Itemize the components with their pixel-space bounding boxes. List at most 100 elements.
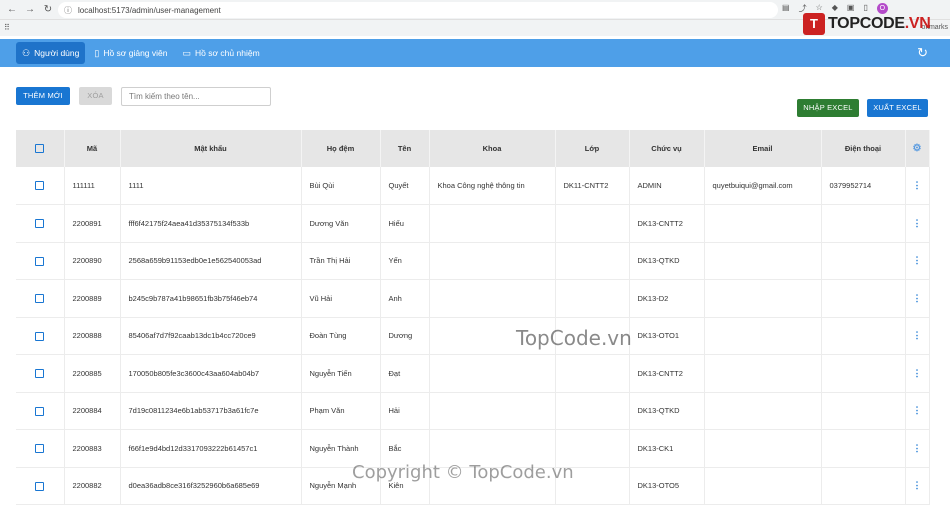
- table-row[interactable]: 2200884 7d19c0811234e6b1ab53717b3a61fc7e P…: [16, 392, 930, 430]
- table-cell: [704, 467, 822, 505]
- table-cell: [704, 354, 822, 393]
- table-cell: DK13-D2: [629, 279, 705, 318]
- row-actions-menu-icon[interactable]: ⋮: [905, 467, 930, 505]
- search-input[interactable]: [121, 87, 271, 106]
- table-cell: [821, 317, 906, 355]
- column-header[interactable]: Mật khẩu: [120, 130, 302, 167]
- column-header[interactable]: Họ đệm: [301, 130, 381, 167]
- back-icon[interactable]: ←: [6, 4, 18, 16]
- table-cell: [555, 242, 630, 280]
- select-all-checkbox[interactable]: [16, 130, 65, 167]
- column-header[interactable]: Mã: [64, 130, 121, 167]
- tab-label: Hồ sơ chủ nhiệm: [195, 48, 260, 58]
- table-row[interactable]: 111111 1111 Bùi Qùi Quyết Khoa Công nghệ thô…: [16, 167, 930, 205]
- column-settings-gear-icon[interactable]: ⚙: [905, 130, 930, 167]
- export-excel-button[interactable]: XUẤT EXCEL: [867, 99, 928, 117]
- row-checkbox[interactable]: [16, 354, 65, 393]
- table-cell: 2568a659b91153edb0e1e562540053ad: [120, 242, 302, 280]
- tab-homeroom-profiles[interactable]: ▭ Hồ sơ chủ nhiệm: [177, 42, 266, 64]
- table-cell: 2200883: [64, 429, 121, 468]
- table-cell: 2200888: [64, 317, 121, 355]
- table-cell: [821, 392, 906, 430]
- row-checkbox[interactable]: [16, 167, 65, 205]
- column-header[interactable]: Điện thoại: [821, 130, 906, 167]
- table-cell: 170050b805fe3c3600c43aa604ab04b7: [120, 354, 302, 393]
- table-cell: [821, 467, 906, 505]
- table-cell: DK11-CNTT2: [555, 167, 630, 205]
- table-cell: 2200885: [64, 354, 121, 393]
- row-checkbox[interactable]: [16, 279, 65, 318]
- row-checkbox[interactable]: [16, 467, 65, 505]
- row-actions-menu-icon[interactable]: ⋮: [905, 242, 930, 280]
- reload-icon[interactable]: ↻: [42, 4, 54, 16]
- column-header[interactable]: Tên: [380, 130, 430, 167]
- topcode-logo: T TOPCODE.VN: [803, 13, 931, 35]
- table-cell: 2200882: [64, 467, 121, 505]
- table-cell: Trần Thị Hải: [301, 242, 381, 280]
- table-cell: 2200884: [64, 392, 121, 430]
- table-cell: f66f1e9d4bd12d3317093222b61457c1: [120, 429, 302, 468]
- table-cell: DK13-CK1: [629, 429, 705, 468]
- table-cell: 7d19c0811234e6b1ab53717b3a61fc7e: [120, 392, 302, 430]
- table-cell: DK13-CNTT2: [629, 354, 705, 393]
- table-cell: Hải: [380, 392, 430, 430]
- row-checkbox[interactable]: [16, 317, 65, 355]
- table-cell: 0379952714: [821, 167, 906, 205]
- row-checkbox[interactable]: [16, 242, 65, 280]
- row-actions-menu-icon[interactable]: ⋮: [905, 354, 930, 393]
- site-info-icon[interactable]: ⓘ: [64, 5, 72, 16]
- table-row[interactable]: 2200889 b245c9b787a41b98651fb3b75f46eb74 V…: [16, 279, 930, 318]
- tab-lecturer-profiles[interactable]: ▯ Hồ sơ giảng viên: [88, 42, 173, 64]
- row-actions-menu-icon[interactable]: ⋮: [905, 317, 930, 355]
- table-cell: Dương: [380, 317, 430, 355]
- row-actions-menu-icon[interactable]: ⋮: [905, 429, 930, 468]
- forward-icon[interactable]: →: [24, 4, 36, 16]
- table-cell: [555, 204, 630, 243]
- translate-icon[interactable]: ▤: [782, 3, 790, 14]
- row-actions-menu-icon[interactable]: ⋮: [905, 167, 930, 205]
- table-cell: Đoàn Tùng: [301, 317, 381, 355]
- table-cell: DK13-QTKD: [629, 392, 705, 430]
- table-row[interactable]: 2200885 170050b805fe3c3600c43aa604ab04b7 N…: [16, 354, 930, 393]
- table-cell: quyetbuiqui@gmail.com: [704, 167, 822, 205]
- table-cell: Anh: [380, 279, 430, 318]
- table-cell: Bùi Qùi: [301, 167, 381, 205]
- watermark-bottom: Copyright © TopCode.vn: [352, 462, 574, 483]
- row-checkbox[interactable]: [16, 392, 65, 430]
- table-cell: [429, 279, 556, 318]
- tab-label: Người dùng: [34, 48, 80, 58]
- table-cell: Khoa Công nghệ thông tin: [429, 167, 556, 205]
- row-actions-menu-icon[interactable]: ⋮: [905, 279, 930, 318]
- table-cell: [429, 204, 556, 243]
- address-bar[interactable]: ⓘ localhost:5173/admin/user-management: [58, 2, 778, 18]
- column-header[interactable]: Chức vụ: [629, 130, 705, 167]
- table-cell: [704, 317, 822, 355]
- table-row[interactable]: 2200888 85406af7d7f92caab13dc1b4cc720ce9 Đ…: [16, 317, 930, 355]
- row-actions-menu-icon[interactable]: ⋮: [905, 392, 930, 430]
- table-row[interactable]: 2200890 2568a659b91153edb0e1e562540053ad T…: [16, 242, 930, 280]
- import-excel-button[interactable]: NHẬP EXCEL: [797, 99, 859, 117]
- table-cell: [429, 354, 556, 393]
- table-cell: [555, 279, 630, 318]
- refresh-icon[interactable]: ↻: [917, 45, 928, 61]
- column-header[interactable]: Khoa: [429, 130, 556, 167]
- table-cell: [821, 204, 906, 243]
- tab-users[interactable]: ⚇ Người dùng: [16, 42, 86, 64]
- row-checkbox[interactable]: [16, 204, 65, 243]
- column-header[interactable]: Lớp: [555, 130, 630, 167]
- table-cell: 2200891: [64, 204, 121, 243]
- delete-button[interactable]: XÓA: [79, 87, 112, 105]
- table-row[interactable]: 2200891 fff6f42175f24aea41d35375134f533b D…: [16, 204, 930, 243]
- table-cell: Đạt: [380, 354, 430, 393]
- apps-grid-icon[interactable]: ⠿: [4, 23, 10, 32]
- table-cell: [429, 242, 556, 280]
- table-cell: [704, 242, 822, 280]
- table-cell: DK13-OTO5: [629, 467, 705, 505]
- table-cell: [821, 279, 906, 318]
- row-checkbox[interactable]: [16, 429, 65, 468]
- table-cell: DK13-QTKD: [629, 242, 705, 280]
- add-new-button[interactable]: THÊM MỚI: [16, 87, 70, 105]
- row-actions-menu-icon[interactable]: ⋮: [905, 204, 930, 243]
- folder-icon: ▭: [182, 47, 192, 58]
- column-header[interactable]: Email: [704, 130, 822, 167]
